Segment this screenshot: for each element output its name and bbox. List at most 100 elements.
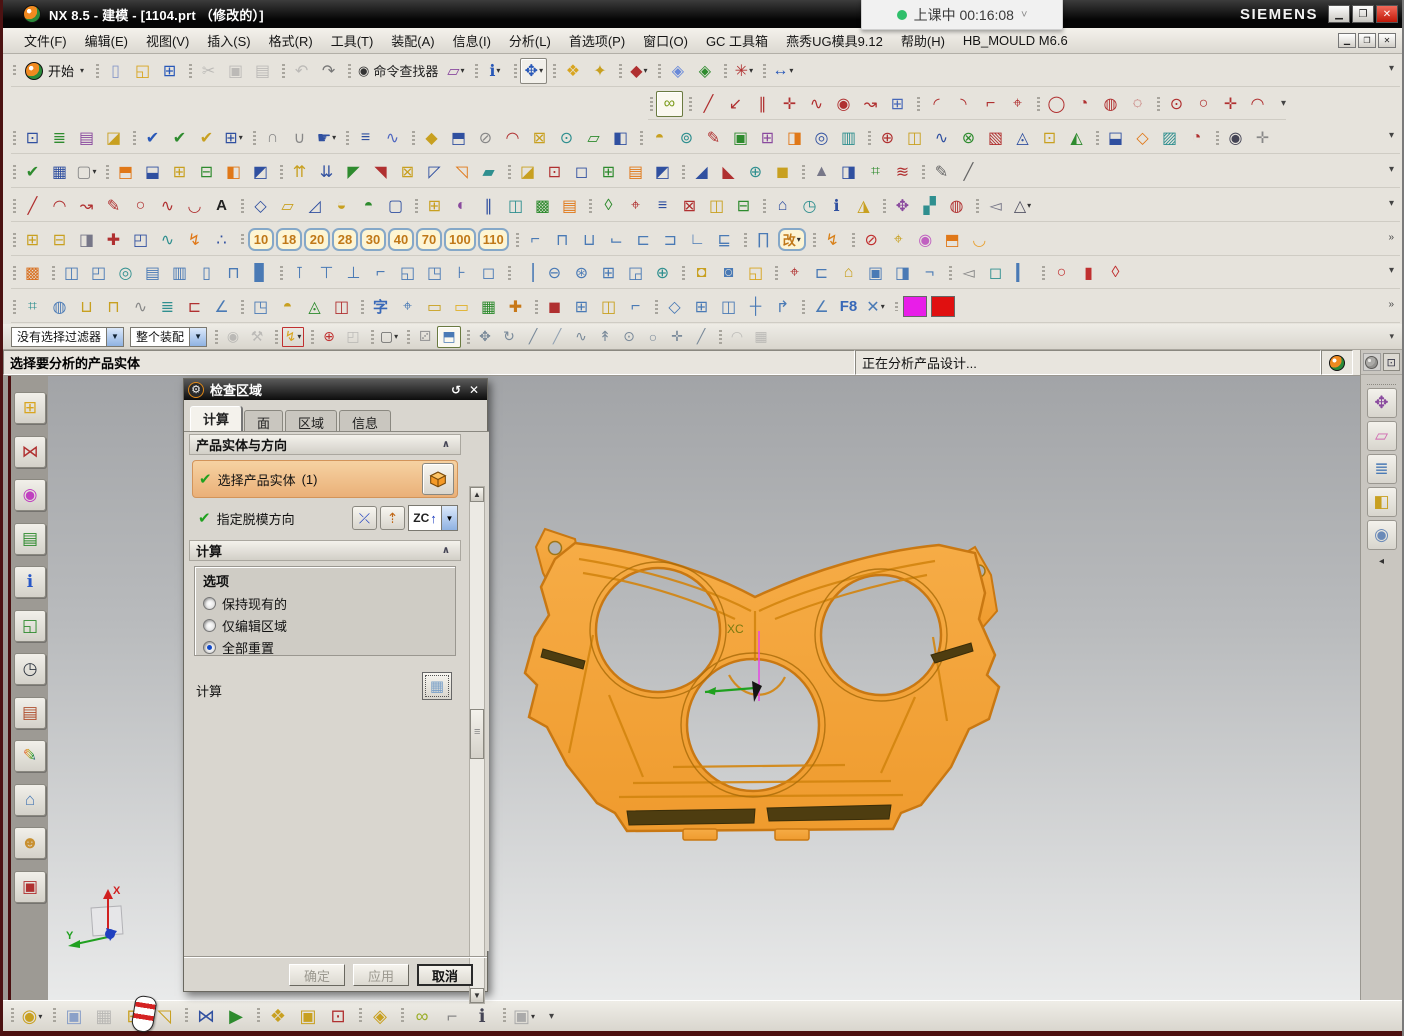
tab-计算[interactable]: 计算 [190,406,242,431]
toolbar-icon[interactable]: ▱ [274,193,301,219]
draw-direction-row[interactable]: ✔ 指定脱模方向 ⤫ ⇡ ZC↑ ▼ [192,504,458,532]
toolbar-icon[interactable]: ◪ [514,159,541,185]
toolbar-icon[interactable]: ◩ [649,159,676,185]
toolbar-icon[interactable]: ⊠ [394,159,421,185]
toolbar-grip[interactable] [1367,377,1396,385]
toolbar-icon[interactable]: ▩ [19,260,46,286]
toolbar-icon[interactable]: ↝ [73,193,100,219]
close-button[interactable]: ✕ [1376,5,1398,23]
toolbar-icon[interactable]: ∥ [749,91,776,117]
toolbar-icon[interactable]: ◨ [73,227,100,253]
sheet-body-button[interactable]: ▱ [1367,421,1397,451]
toolbar-icon[interactable]: ◰ [341,326,365,348]
toolbar-icon[interactable]: ⬒ [112,159,139,185]
toolbar-icon[interactable]: ⊞ [166,159,193,185]
toolbar-icon[interactable]: ◰ [85,260,112,286]
toolbar-icon[interactable]: ⊡ [541,159,568,185]
toolbar-icon[interactable]: ▯ [193,260,220,286]
toolbar-icon[interactable]: ▞ [916,193,943,219]
toolbar-icon[interactable]: ✔ [139,125,166,151]
toolbar-icon[interactable]: ⊞ [19,227,46,253]
toolbar-icon[interactable]: F8 [835,294,862,320]
toolbar-icon[interactable]: ┼ [742,294,769,320]
toolbar-icon[interactable]: ◙ [715,260,742,286]
toolbar-icon[interactable]: ⊞ [156,58,183,84]
toolbar-icon[interactable]: ⊠ [526,125,553,151]
selection-filter-dropdown[interactable]: 没有选择过滤器 ▼ [11,327,124,347]
toolbar-icon[interactable]: ℹ▾ [481,58,508,84]
toolbar-icon[interactable]: ↶ [288,58,315,84]
collapse-icon[interactable]: ∧ [438,544,454,557]
toolbar-icon[interactable]: ◉▾ [17,1002,47,1030]
toolbar-icon[interactable]: ◿ [301,193,328,219]
toolbar-icon[interactable]: ⊕ [874,125,901,151]
toolbar-overflow-icon[interactable]: ▾ [549,1011,554,1022]
toolbar-icon[interactable]: ⊖ [541,260,568,286]
toolbar-icon[interactable]: ⚂ [413,326,437,348]
toolbar-icon[interactable]: 18 [276,228,302,251]
toolbar-icon[interactable]: ▲ [808,159,835,185]
toolbar-icon[interactable]: ∥ [475,193,502,219]
toolbar-icon[interactable]: ▧ [982,125,1009,151]
collapse-arrow-icon[interactable]: ◂ [1361,556,1402,567]
color-swatch[interactable] [931,296,955,317]
toolbar-icon[interactable]: ◸ [421,159,448,185]
toolbar-icon[interactable]: ✛ [665,326,689,348]
toolbar-icon[interactable]: ✎ [700,125,727,151]
dialog-button-取消[interactable]: 取消 [417,964,473,986]
toolbar-icon[interactable]: ◉ [912,227,939,253]
toolbar-icon[interactable]: ⬒ [445,125,472,151]
menu-item[interactable]: 首选项(P) [560,28,634,53]
toolbar-icon[interactable]: ◌ [1124,91,1151,117]
menu-item[interactable]: 格式(R) [260,28,322,53]
toolbar-icon[interactable]: ⊙ [1163,91,1190,117]
reuse-library-button[interactable]: ▤ [14,523,46,555]
toolbar-icon[interactable]: ⊛ [568,260,595,286]
toolbar-icon[interactable]: ⊓ [100,294,127,320]
toolbar-icon[interactable]: ⊞ [884,91,911,117]
chevron-down-icon[interactable]: ▾ [539,66,543,75]
toolbar-icon[interactable]: ╱ [689,326,713,348]
toolbar-icon[interactable]: ✛ [1217,91,1244,117]
chevron-down-icon[interactable]: ▾ [394,332,398,341]
nx-disabled-icon[interactable] [1363,353,1381,371]
toolbar-icon[interactable]: ▢ [382,193,409,219]
toolbar-icon[interactable]: ≡ [352,125,379,151]
toolbar-icon[interactable]: ▩ [529,193,556,219]
chevron-down-icon[interactable]: ▾ [531,1012,535,1021]
toolbar-icon[interactable]: ◓ [355,193,382,219]
toolbar-icon[interactable]: ◎ [808,125,835,151]
toolbar-icon[interactable]: ≋ [889,159,916,185]
dialog-button-应用[interactable]: 应用 [353,964,409,986]
toolbar-icon[interactable]: ⊙ [553,125,580,151]
chevron-down-icon[interactable]: ▾ [297,332,301,341]
toolbar-icon[interactable]: ▱ [580,125,607,151]
toolbar-icon[interactable]: ▣ [222,58,249,84]
menu-item[interactable]: 帮助(H) [892,28,954,53]
toolbar-icon[interactable]: ◫ [901,125,928,151]
toolbar-icon[interactable]: ◫ [502,193,529,219]
toolbar-icon[interactable]: ∞ [407,1002,437,1030]
toolbar-icon[interactable]: ◒ [328,193,355,219]
toolbar-icon[interactable]: ◬ [301,294,328,320]
toolbar-icon[interactable]: ▊ [247,260,274,286]
toolbar-icon[interactable]: ◈ [691,58,718,84]
toolbar-icon[interactable]: ❖ [263,1002,293,1030]
chevron-down-icon[interactable]: ▼ [106,328,123,346]
toolbar-icon[interactable]: ⌖ [622,193,649,219]
toolbar-icon[interactable]: ▣ [862,260,889,286]
toolbar-icon[interactable]: ◇ [1129,125,1156,151]
toolbar-icon[interactable]: ⌗ [19,294,46,320]
fit-view-icon[interactable]: ⊡ [1383,353,1401,371]
toolbar-icon[interactable]: ∏ [750,227,777,253]
toolbar-icon[interactable]: ⌐ [437,1002,467,1030]
toolbar-icon[interactable]: ⊡ [323,1002,353,1030]
primitive-button[interactable]: ◧ [1367,487,1397,517]
toolbar-icon[interactable]: ◓ [646,125,673,151]
toolbar-icon[interactable]: ⊟ [46,227,73,253]
toolbar-icon[interactable]: ◧ [607,125,634,151]
toolbar-icon[interactable]: ↯ [819,227,846,253]
dialog-title-bar[interactable]: ⚙ 检查区域 ↺ ✕ [184,379,487,400]
toolbar-icon[interactable]: ✚ [100,227,127,253]
select-product-solid-row[interactable]: ✔ 选择产品实体 (1) [192,460,458,498]
